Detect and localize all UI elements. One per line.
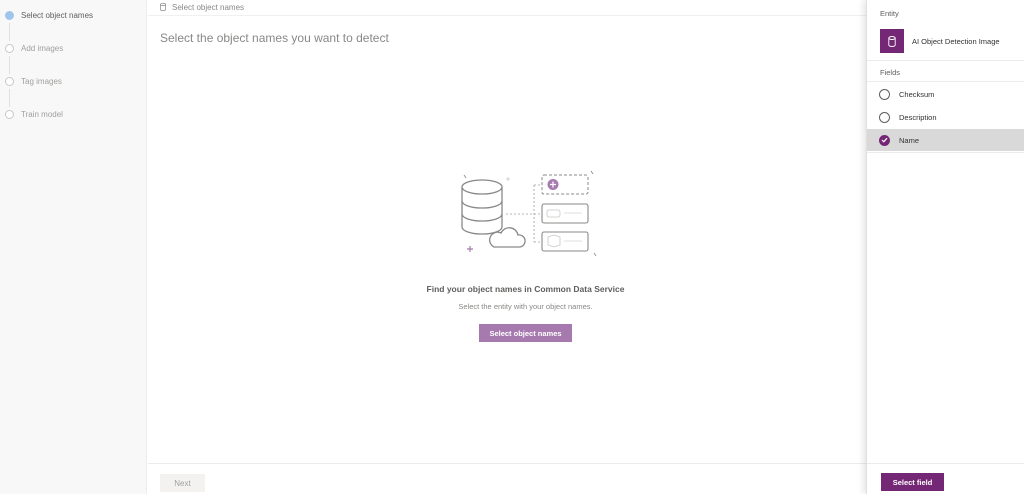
step-label: Add images <box>21 43 64 53</box>
select-field-button[interactable]: Select field <box>881 473 944 491</box>
radio-unchecked-icon[interactable] <box>879 88 890 100</box>
step-connector <box>9 89 10 107</box>
page-title: Select the object names you want to dete… <box>160 31 389 45</box>
step-label: Select object names <box>21 10 94 20</box>
field-name: Description <box>899 112 937 122</box>
step-connector <box>9 23 10 41</box>
step-connector <box>9 56 10 74</box>
entity-tile <box>880 29 904 53</box>
step-indicator-icon <box>5 43 14 53</box>
wizard-stepper: Select object names Add images Tag image… <box>0 0 147 494</box>
database-icon <box>888 35 896 47</box>
field-option-checksum[interactable]: Checksum <box>867 83 1024 105</box>
entity-selector[interactable]: AI Object Detection Image <box>880 29 1000 53</box>
step-label: Tag images <box>21 76 62 86</box>
app-window: Select object names Add images Tag image… <box>0 0 1024 494</box>
step-indicator-icon <box>5 109 14 119</box>
checkmark-icon <box>881 137 888 143</box>
field-option-description[interactable]: Description <box>867 106 1024 128</box>
select-object-names-button[interactable]: Select object names <box>479 324 572 342</box>
step-train-model[interactable]: Train model <box>5 106 63 122</box>
next-button[interactable]: Next <box>160 474 205 492</box>
field-name: Name <box>899 135 920 145</box>
step-indicator-icon <box>5 10 14 20</box>
radio-unchecked-icon[interactable] <box>879 111 890 123</box>
radio-checked-icon[interactable] <box>879 134 890 146</box>
fields-section-label: Fields <box>880 68 901 77</box>
step-indicator-icon <box>5 76 14 86</box>
step-label: Train model <box>21 109 63 119</box>
breadcrumb: Select object names <box>160 0 244 14</box>
entity-name: AI Object Detection Image <box>912 36 1000 46</box>
step-tag-images[interactable]: Tag images <box>5 73 62 89</box>
entity-section-label: Entity <box>880 9 899 18</box>
main-content: Select object names Select the object na… <box>148 0 866 494</box>
entity-field-panel: Entity AI Object Detection Image Fields … <box>866 0 1024 494</box>
breadcrumb-label: Select object names <box>172 2 245 12</box>
step-select-object-names[interactable]: Select object names <box>5 7 93 23</box>
footer-divider <box>148 463 866 464</box>
header-divider <box>148 15 866 16</box>
panel-divider <box>867 60 1024 61</box>
field-name: Checksum <box>899 89 935 99</box>
step-add-images[interactable]: Add images <box>5 40 63 56</box>
panel-divider <box>867 81 1024 82</box>
panel-footer-divider <box>867 463 1024 464</box>
panel-divider <box>867 152 1024 153</box>
database-icon <box>160 3 166 11</box>
common-data-service-illustration <box>461 170 597 257</box>
empty-state-subtitle: Select the entity with your object names… <box>458 302 593 311</box>
empty-state-title: Find your object names in Common Data Se… <box>426 284 625 294</box>
field-option-name[interactable]: Name <box>867 129 1024 151</box>
